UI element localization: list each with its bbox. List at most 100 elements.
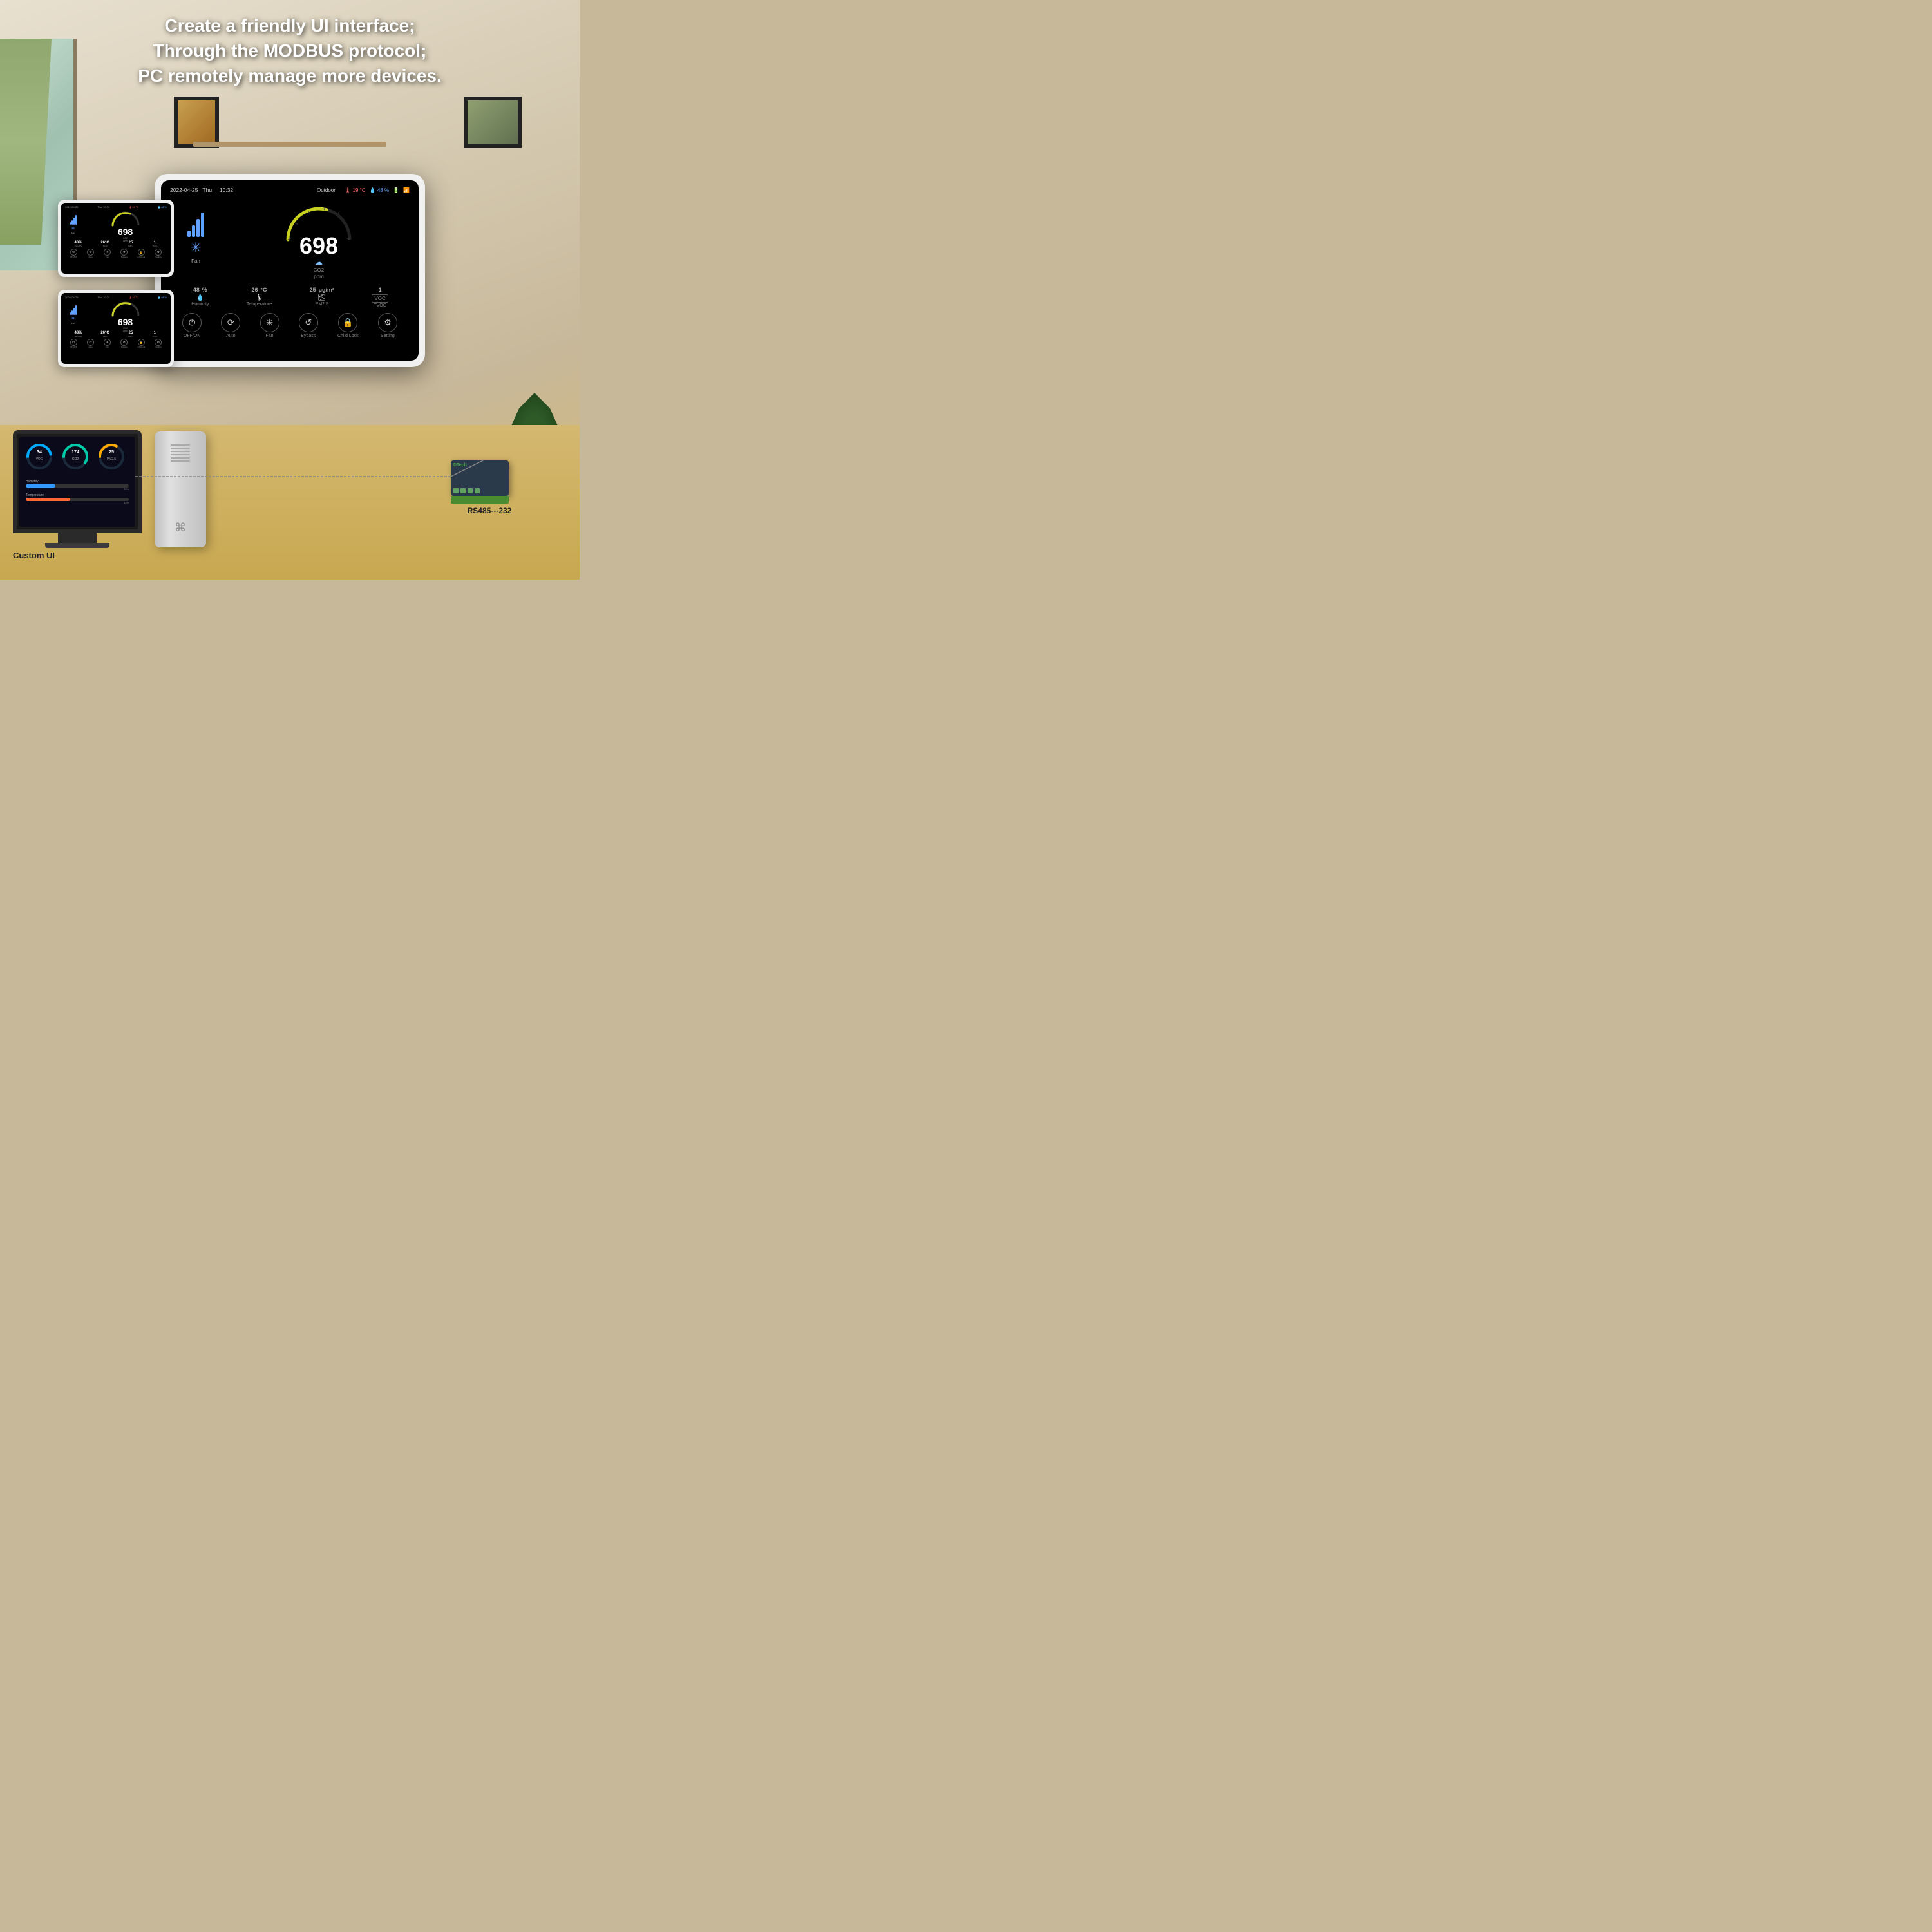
auto-icon: ⟳ — [221, 313, 240, 332]
sm-controls-2: ⏻ OFF/ON ⟳ Auto ✳ Fan ↺ Bypass 🔒 Chld Lc… — [65, 339, 167, 348]
offon-icon: ⏻ — [182, 313, 202, 332]
sm-tvoc-1: 1 TVOC — [152, 241, 157, 247]
mac-temp-label: Temperature — [26, 493, 129, 497]
mac-voc-gauge: 34 VOC — [23, 440, 55, 476]
battery-icon: 🔋 — [393, 187, 399, 193]
sm-main-1: ✳ Fan 698 CO2ppm — [65, 210, 167, 239]
bypass-label: Bypass — [301, 334, 316, 338]
mac-base — [45, 543, 109, 548]
mac-monitor: 34 VOC 174 CO2 — [13, 430, 142, 560]
pm25-label: PM2.5 — [316, 302, 328, 307]
ctrl-setting[interactable]: ⚙ Setting — [378, 313, 397, 338]
mac-humidity-label: Humidity — [26, 480, 129, 484]
ctrl-bypass[interactable]: ↺ Bypass — [299, 313, 318, 338]
fan-bar-4 — [201, 213, 204, 237]
sm-fan-1: ✳ Fan — [65, 210, 81, 239]
fan-bars — [187, 211, 204, 237]
co2-value-area: 698 ☁ CO2 ppm — [299, 234, 338, 279]
wall-frame-left — [174, 97, 219, 148]
tvoc-label: TVOC — [374, 303, 386, 308]
humidity-value: 48 % — [193, 283, 207, 294]
sm-ctrl-bypass-2[interactable]: ↺ Bypass — [120, 339, 128, 348]
fan-bar-3 — [196, 219, 200, 237]
mac-display: 34 VOC 174 CO2 — [19, 437, 135, 527]
sm-ctrl-auto-2[interactable]: ⟳ Auto — [87, 339, 94, 348]
mac-humidity-val: 29% — [26, 488, 129, 491]
childlock-icon: 🔒 — [338, 313, 357, 332]
svg-text:CO2: CO2 — [72, 457, 79, 461]
sm-co2-lbl-1: CO2ppm — [123, 237, 128, 242]
sm-ctrl-bypass-1[interactable]: ↺ Bypass — [120, 249, 128, 258]
sm-fan-2: ✳ Fan — [65, 300, 81, 329]
sm-ctrl-lock-1[interactable]: 🔒 Chld Lck — [138, 249, 146, 258]
sm-fan-bars-1 — [70, 215, 77, 225]
device-header: 2022-04-25 Thu. 10:32 Outdoor 🌡 19 °C 💧 … — [170, 187, 410, 193]
pm25-metric: 25 μg/m³ 🌫 PM2.5 — [310, 283, 334, 308]
small-screen-2: 2022-04-25 Thu. 10:32 🌡19 °C 💧48 % ✳ Fan — [61, 293, 171, 364]
sm-fan-bars-2 — [70, 305, 77, 315]
rs485-box: DTech — [451, 460, 509, 496]
ctrl-auto[interactable]: ⟳ Auto — [221, 313, 240, 338]
rs485-ports — [453, 488, 480, 493]
sm-co2-val-2: 698 — [118, 317, 133, 327]
humidity-icon: 💧 — [196, 294, 204, 301]
svg-text:25: 25 — [109, 450, 114, 455]
small-screen-1: 2022-04-25 Thu. 10:32 🌡19 °C 💧48 % ✳ Fan — [61, 203, 171, 274]
sm-gauge-2 — [109, 298, 142, 317]
small-device-2: 2022-04-25 Thu. 10:32 🌡19 °C 💧48 % ✳ Fan — [58, 290, 174, 367]
fan-bar-2 — [192, 225, 195, 237]
sm-fan-lbl-2: Fan — [71, 322, 75, 325]
svg-text:VOC: VOC — [36, 457, 43, 461]
pm25-value: 25 μg/m³ — [310, 283, 334, 294]
sm-co2-val-1: 698 — [118, 227, 133, 237]
temp-icon: 🌡 — [255, 294, 263, 301]
sm-ctrl-fan-2[interactable]: ✳ Fan — [104, 339, 111, 348]
sm-ctrl-offon-1[interactable]: ⏻ OFF/ON — [70, 249, 77, 258]
device-date: 2022-04-25 Thu. 10:32 — [170, 187, 233, 193]
sm-ctrl-offon-2[interactable]: ⏻ OFF/ON — [70, 339, 77, 348]
sm-tvoc-2: 1 TVOC — [152, 331, 157, 337]
small-device-1: 2022-04-25 Thu. 10:32 🌡19 °C 💧48 % ✳ Fan — [58, 200, 174, 277]
sm-metrics-1: 48% Humidity 26°C Temp 25 PM2.5 1 TVOC — [65, 241, 167, 247]
mac-stand — [58, 533, 97, 543]
fan-ctrl-icon: ✳ — [260, 313, 279, 332]
wall-frame-right — [464, 97, 522, 148]
mac-tower: ⌘ — [155, 431, 206, 547]
custom-ui-label: Custom UI — [13, 551, 142, 560]
rs485-label: RS485---232 — [451, 506, 528, 515]
sm-main-2: ✳ Fan 698 CO2ppm — [65, 300, 167, 329]
sm-humidity-2: 48% Humidity — [74, 331, 82, 337]
device-main-display: ✳ Fan — [170, 196, 410, 279]
outdoor-info: Outdoor 🌡 19 °C 💧 48 % 🔋 📶 — [317, 187, 410, 193]
tvoc-value: 1 — [379, 283, 382, 294]
sm-metrics-2: 48% Humidity 26°C Temp 25 PM2.5 1 TVOC — [65, 331, 167, 337]
mac-humidity-row: Humidity 29% — [26, 480, 129, 491]
sm-ctrl-fan-1[interactable]: ✳ Fan — [104, 249, 111, 258]
bottom-section: 34 VOC 174 CO2 — [0, 425, 580, 580]
sm-gauge-1 — [109, 207, 142, 227]
humidity-metric: 48 % 💧 Humidity — [191, 283, 209, 308]
sm-co2-1: 698 CO2ppm — [84, 210, 167, 239]
svg-text:174: 174 — [71, 450, 79, 455]
sm-ctrl-auto-1[interactable]: ⟳ Auto — [87, 249, 94, 258]
sm-ctrl-set-2[interactable]: ⚙ Setting — [155, 339, 162, 348]
mac-co2-gauge: 174 CO2 — [59, 440, 91, 476]
sm-ctrl-set-1[interactable]: ⚙ Setting — [155, 249, 162, 258]
header-title: Create a friendly UI interface; Through … — [64, 13, 515, 89]
sm-fan-lbl-1: Fan — [71, 232, 75, 234]
ctrl-childlock[interactable]: 🔒 Child Lock — [337, 313, 359, 338]
fan-bar-1 — [187, 231, 191, 237]
ctrl-fan[interactable]: ✳ Fan — [260, 313, 279, 338]
setting-label: Setting — [381, 334, 395, 338]
co2-cloud-icon: ☁ — [315, 258, 323, 267]
tower-grille — [171, 444, 190, 464]
sm-pm25-1: 25 PM2.5 — [128, 241, 134, 247]
sm-co2-2: 698 CO2ppm — [84, 300, 167, 329]
ctrl-offon[interactable]: ⏻ OFF/ON — [182, 313, 202, 338]
main-screen: 2022-04-25 Thu. 10:32 Outdoor 🌡 19 °C 💧 … — [161, 180, 419, 361]
co2-number: 698 — [299, 234, 338, 258]
temp-label: Temperature — [247, 302, 272, 307]
sm-ctrl-lock-2[interactable]: 🔒 Chld Lck — [138, 339, 146, 348]
sm-humidity-1: 48% Humidity — [74, 241, 82, 247]
rs485-terminal — [451, 496, 509, 504]
